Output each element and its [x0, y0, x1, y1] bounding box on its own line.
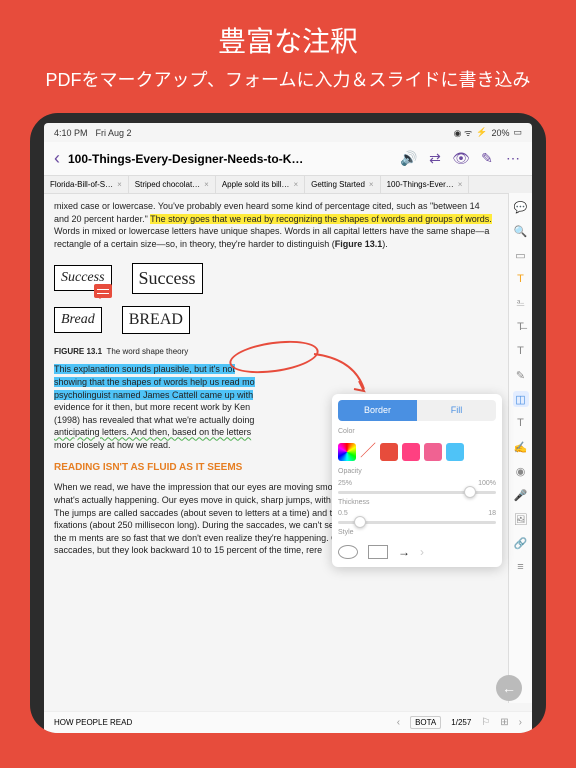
bottom-bar: HOW PEOPLE READ ‹ BOTA 1/257 ⚐ ⊞ › [44, 711, 532, 733]
color-swatch[interactable] [380, 443, 398, 461]
view-icon[interactable]: 👁 [452, 150, 470, 168]
audio-icon[interactable]: 🔊 [400, 150, 418, 168]
app-screen: 4:10 PM Fri Aug 2 ◉ ᯤ ⚡ 20% ▭ ‹ 100-Thin… [44, 123, 532, 733]
highlight-blue[interactable]: showing that the shapes of words help us… [54, 377, 255, 387]
promo-title: 豊富な注釈 [10, 20, 566, 60]
color-swatch[interactable] [424, 443, 442, 461]
next-page-button[interactable]: › [519, 717, 522, 728]
chevron-right-icon[interactable]: › [420, 544, 424, 561]
style-popup: Border Fill Color ／ Opacity 25%100% [332, 394, 502, 567]
style-label: Style [338, 528, 496, 538]
thickness-slider[interactable] [338, 521, 496, 524]
word-bread-script: Bread [54, 307, 102, 333]
comment-icon[interactable]: 💬 [513, 199, 529, 215]
tab-item[interactable]: Apple sold its bill…× [216, 176, 305, 193]
popup-tab-border[interactable]: Border [338, 400, 417, 421]
link-icon[interactable]: 🔗 [513, 535, 529, 551]
wavy-underline[interactable]: anticipating letters. And then, based on… [54, 427, 251, 437]
promo-subtitle: PDFをマークアップ、フォームに入力＆スライドに書き込み [10, 68, 566, 93]
prev-page-button[interactable]: ‹ [397, 717, 400, 728]
app-header: ‹ 100-Things-Every-Designer-Needs-to-K… … [44, 142, 532, 176]
menu-icon[interactable]: ≡ [513, 559, 529, 575]
thickness-label: Thickness [338, 498, 370, 508]
annotation-sidebar: 💬 🔍 ▭ T ⎁ T̶ T ✎ ◫ T ✍ ◉ 🎤 🖼 🔗 ≡ [508, 193, 532, 703]
tab-bar: Florida-Bill-of-S…× Striped chocolat…× A… [44, 176, 532, 194]
charging-icon: ⚡ [476, 127, 487, 138]
thumbnails-icon[interactable]: ⊞ [500, 717, 508, 728]
section-label: HOW PEOPLE READ [54, 718, 132, 727]
figure-words: Success Success [54, 263, 494, 294]
tab-item[interactable]: Getting Started× [305, 176, 380, 193]
strikethrough-icon[interactable]: T̶ [513, 319, 529, 335]
sticky-note-icon[interactable] [94, 284, 112, 298]
battery-percent: 20% [491, 128, 509, 138]
search-icon[interactable]: 🔍 [513, 223, 529, 239]
word-success: Success [132, 263, 203, 294]
highlight-blue[interactable]: This explanation sounds plausible, but i… [54, 364, 235, 374]
signature-icon[interactable]: ✍ [513, 439, 529, 455]
color-label: Color [338, 427, 496, 437]
paragraph: mixed case or lowercase. You've probably… [54, 200, 494, 250]
tab-item[interactable]: Florida-Bill-of-S…× [44, 176, 129, 193]
convert-icon[interactable]: ⇄ [426, 150, 444, 168]
close-icon[interactable]: × [293, 180, 298, 189]
voice-icon[interactable]: 🎤 [513, 487, 529, 503]
close-icon[interactable]: × [369, 180, 374, 189]
more-icon[interactable]: ⋯ [504, 150, 522, 168]
close-icon[interactable]: × [117, 180, 122, 189]
word-bread-caps: BREAD [122, 306, 190, 334]
color-picker-icon[interactable] [338, 443, 356, 461]
shapes-icon[interactable]: ◫ [513, 391, 529, 407]
status-bar: 4:10 PM Fri Aug 2 ◉ ᯤ ⚡ 20% ▭ [44, 123, 532, 142]
bookmark-icon[interactable]: ⚐ [481, 717, 490, 728]
bota-button[interactable]: BOTA [410, 716, 441, 729]
close-icon[interactable]: × [204, 180, 209, 189]
back-button[interactable]: ‹ [54, 148, 60, 169]
page-indicator[interactable]: 1/257 [451, 718, 471, 727]
style-square[interactable] [368, 545, 388, 559]
note-icon[interactable]: ▭ [513, 247, 529, 263]
style-circle[interactable] [338, 545, 358, 559]
close-icon[interactable]: × [458, 180, 463, 189]
document-title: 100-Things-Every-Designer-Needs-to-K… [68, 152, 392, 166]
wifi-icon: ◉ ᯤ [454, 126, 473, 139]
tab-item[interactable]: Striped chocolat…× [129, 176, 216, 193]
no-color-icon[interactable]: ／ [360, 441, 376, 463]
document-content[interactable]: mixed case or lowercase. You've probably… [44, 194, 532, 704]
opacity-label: Opacity [338, 467, 362, 477]
style-arrow-icon[interactable]: → [398, 544, 410, 561]
highlight-blue[interactable]: psycholinguist named James Cattell came … [54, 390, 253, 400]
status-time: 4:10 PM [54, 128, 88, 138]
text2-icon[interactable]: T [513, 415, 529, 431]
edit-icon[interactable]: ✎ [478, 150, 496, 168]
image-icon[interactable]: 🖼 [513, 511, 529, 527]
tab-item[interactable]: 100-Things-Ever…× [381, 176, 470, 193]
popup-tab-fill[interactable]: Fill [417, 400, 496, 421]
pen-icon[interactable]: ✎ [513, 367, 529, 383]
opacity-slider[interactable] [338, 491, 496, 494]
underline-icon[interactable]: ⎁ [513, 295, 529, 311]
color-swatch[interactable] [446, 443, 464, 461]
battery-icon: ▭ [513, 127, 522, 138]
highlight-yellow[interactable]: The story goes that we read by recognizi… [150, 214, 492, 224]
back-fab[interactable]: ← [496, 675, 522, 701]
freehand-arrow[interactable] [314, 349, 374, 399]
status-date: Fri Aug 2 [96, 128, 132, 138]
highlight-icon[interactable]: T [513, 271, 529, 287]
text-icon[interactable]: T [513, 343, 529, 359]
tablet-frame: 4:10 PM Fri Aug 2 ◉ ᯤ ⚡ 20% ▭ ‹ 100-Thin… [30, 113, 546, 733]
figure-words: Bread BREAD [54, 306, 494, 334]
stamp-icon[interactable]: ◉ [513, 463, 529, 479]
color-swatch[interactable] [402, 443, 420, 461]
